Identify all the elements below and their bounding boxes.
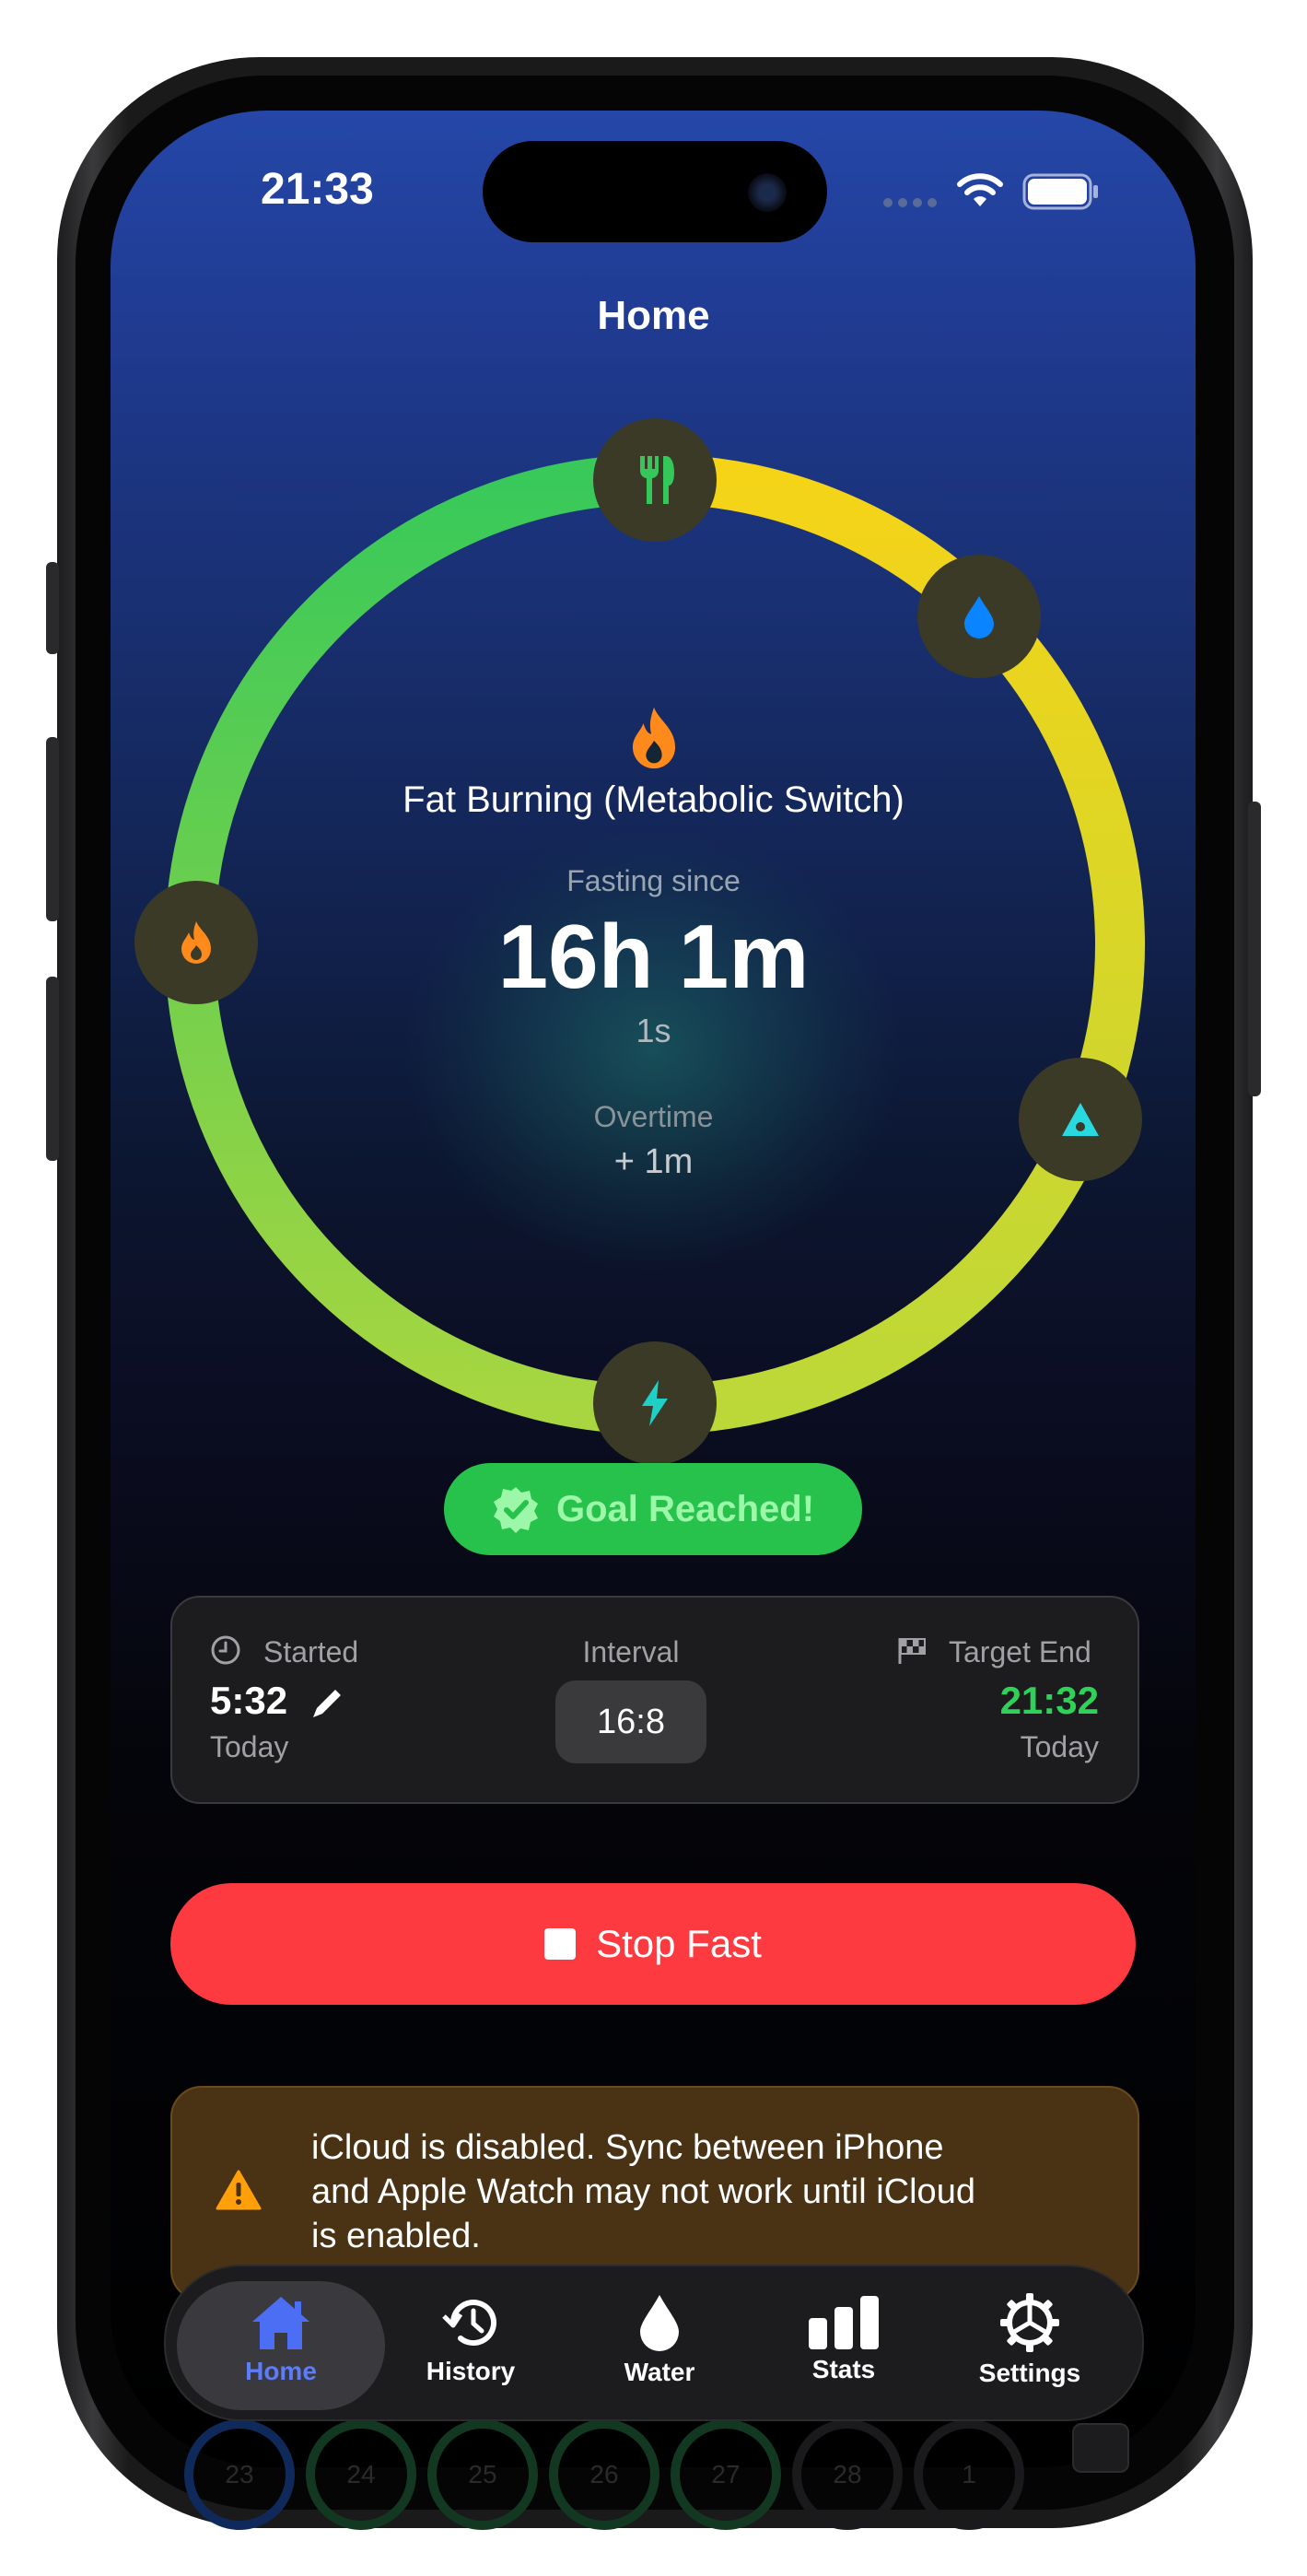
goal-reached-label: Goal Reached! — [555, 1488, 815, 1529]
warning-triangle-icon — [216, 2170, 262, 2210]
tab-settings-label: Settings — [978, 2359, 1081, 2387]
started-day: Today — [210, 1730, 289, 1763]
warning-line-1: iCloud is disabled. Sync between iPhone — [311, 2128, 944, 2167]
stop-icon — [544, 1928, 577, 1960]
tab-history-label: History — [426, 2357, 516, 2385]
gear-icon — [1000, 2293, 1059, 2352]
water-drop-icon — [640, 2295, 679, 2351]
tab-settings[interactable]: Settings — [933, 2276, 1126, 2405]
interval-chip[interactable]: 16:8 — [555, 1680, 706, 1763]
check-seal-icon — [493, 1487, 538, 1533]
fork-knife-icon — [640, 456, 674, 504]
stage-node-eating[interactable] — [593, 418, 717, 542]
stop-fast-button[interactable]: Stop Fast — [170, 1883, 1136, 2005]
checkered-flag-icon — [898, 1638, 926, 1664]
stage-node-water[interactable] — [917, 555, 1041, 678]
calendar-day: 28 — [792, 2419, 903, 2530]
warning-text: iCloud is disabled. Sync between iPhone … — [311, 2125, 975, 2258]
elapsed-time: 16h 1m — [497, 906, 810, 1007]
history-icon — [442, 2300, 496, 2347]
calendar-day: 23 — [184, 2419, 295, 2530]
tab-water-label: Water — [624, 2358, 695, 2386]
fasting-since-label: Fasting since — [566, 864, 741, 897]
stage-name: Fat Burning (Metabolic Switch) — [403, 779, 904, 820]
stage-node-autophagy[interactable] — [593, 1341, 717, 1465]
target-end-label: Target End — [949, 1635, 1091, 1669]
calendar-day: 26 — [549, 2419, 659, 2530]
calendar-day: 1 — [914, 2419, 1024, 2530]
bolt-icon — [642, 1380, 668, 1426]
calendar-day: 24 — [306, 2419, 416, 2530]
house-icon — [252, 2297, 309, 2349]
calendar-day: 27 — [671, 2419, 781, 2530]
started-time[interactable]: 5:32 — [210, 1679, 287, 1723]
warning-line-3: is enabled. — [311, 2217, 481, 2255]
stop-fast-label: Stop Fast — [596, 1922, 762, 1965]
elapsed-seconds: 1s — [636, 1012, 671, 1049]
tab-home-label: Home — [245, 2357, 317, 2385]
pencil-icon[interactable] — [308, 1686, 344, 1723]
calendar-day: 25 — [427, 2419, 538, 2530]
overtime-label: Overtime — [593, 1100, 714, 1133]
keyboard-icon-partial — [1072, 2423, 1129, 2473]
bar-chart-icon — [809, 2296, 879, 2349]
tab-home[interactable]: Home — [184, 2276, 378, 2405]
water-drop-icon — [964, 596, 994, 638]
tab-stats[interactable]: Stats — [747, 2276, 940, 2405]
tab-stats-label: Stats — [811, 2355, 876, 2383]
target-end-day: Today — [1020, 1730, 1099, 1763]
target-end-time: 21:32 — [999, 1679, 1099, 1722]
stage-flame-icon — [632, 707, 676, 769]
interval-value: 16:8 — [597, 1702, 665, 1741]
tab-history[interactable]: History — [374, 2276, 567, 2405]
tab-water[interactable]: Water — [563, 2276, 756, 2405]
overtime-value: + 1m — [613, 1142, 694, 1181]
warning-line-2: and Apple Watch may not work until iClou… — [311, 2172, 975, 2211]
goal-reached-badge: Goal Reached! — [444, 1463, 862, 1555]
